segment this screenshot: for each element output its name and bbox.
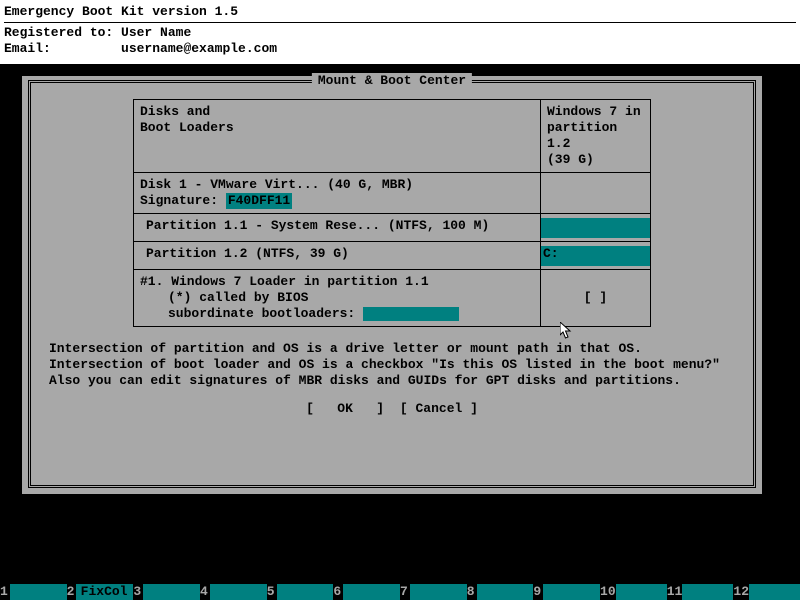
f9-key[interactable]: 9: [533, 584, 600, 600]
f1-key[interactable]: 1: [0, 584, 67, 600]
partition-1-1-os[interactable]: [540, 214, 650, 242]
f10-key[interactable]: 10: [600, 584, 667, 600]
help-text: Intersection of partition and OS is a dr…: [49, 341, 735, 389]
registered-row: Registered to: User Name: [4, 25, 796, 41]
app-title: Emergency Boot Kit version 1.5: [4, 4, 796, 20]
dialog-border: Mount & Boot Center Disks and Boot Loade…: [28, 80, 756, 488]
partition-1-2[interactable]: Partition 1.2 (NTFS, 39 G): [134, 242, 540, 270]
dialog-title: Mount & Boot Center: [312, 73, 472, 89]
f8-key[interactable]: 8: [467, 584, 534, 600]
disk-row-os: [540, 173, 650, 214]
disk-row[interactable]: Disk 1 - VMware Virt... (40 G, MBR) Sign…: [134, 173, 540, 214]
partition-1-2-os[interactable]: C:: [540, 242, 650, 270]
ok-button[interactable]: [ OK ]: [306, 401, 384, 417]
function-bar: 1 2FixCol 3 4 5 6 7 8 9 10 11 12: [0, 584, 800, 600]
f11-key[interactable]: 11: [667, 584, 734, 600]
f7-key[interactable]: 7: [400, 584, 467, 600]
bootloader-row[interactable]: #1. Windows 7 Loader in partition 1.1 (*…: [134, 270, 540, 326]
dialog: Mount & Boot Center Disks and Boot Loade…: [22, 76, 762, 494]
email-row: Email: username@example.com: [4, 41, 796, 57]
grid: Disks and Boot Loaders Windows 7 in part…: [133, 99, 651, 327]
col-header-left: Disks and Boot Loaders: [134, 100, 540, 173]
partition-1-1[interactable]: Partition 1.1 - System Rese... (NTFS, 10…: [134, 214, 540, 242]
bootloader-os-checkbox[interactable]: [ ]: [540, 270, 650, 326]
header-rule: [4, 22, 796, 23]
sub-bootloaders-field[interactable]: [363, 307, 459, 321]
f12-key[interactable]: 12: [733, 584, 800, 600]
f3-key[interactable]: 3: [133, 584, 200, 600]
signature-value[interactable]: F40DFF11: [226, 193, 292, 209]
col-header-right: Windows 7 in partition 1.2 (39 G): [540, 100, 650, 173]
f5-key[interactable]: 5: [267, 584, 334, 600]
f4-key[interactable]: 4: [200, 584, 267, 600]
f6-key[interactable]: 6: [333, 584, 400, 600]
screen: Mount & Boot Center Disks and Boot Loade…: [0, 64, 800, 568]
header: Emergency Boot Kit version 1.5 Registere…: [0, 0, 800, 64]
cancel-button[interactable]: [ Cancel ]: [400, 401, 478, 417]
button-row: [ OK ] [ Cancel ]: [43, 401, 741, 417]
f2-key[interactable]: 2FixCol: [67, 584, 134, 600]
